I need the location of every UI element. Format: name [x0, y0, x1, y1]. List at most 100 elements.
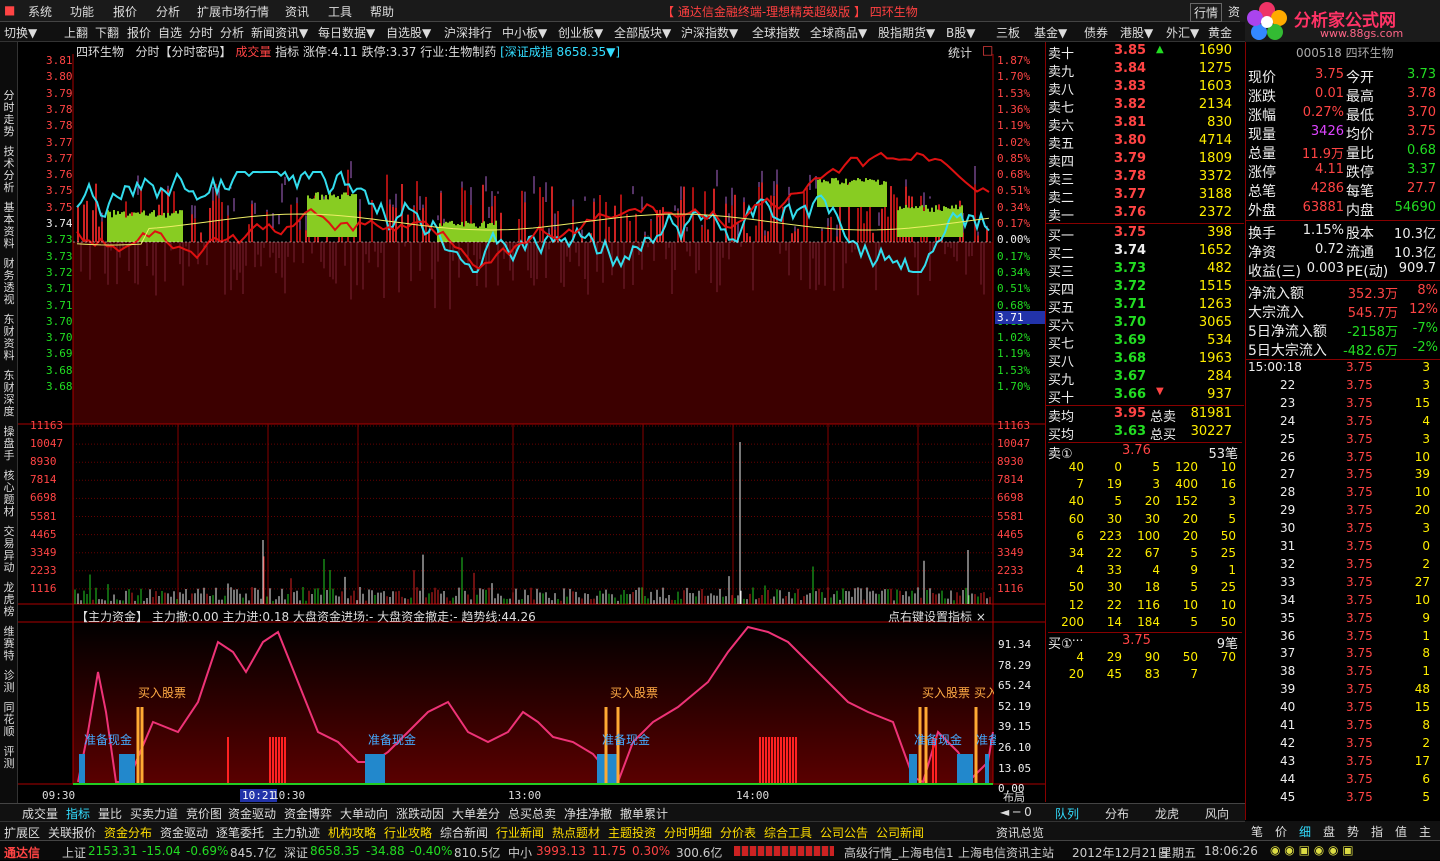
toolbar-btn-3[interactable]: 报价: [127, 24, 151, 41]
ext-tab-4[interactable]: 逐笔委托: [216, 824, 264, 841]
vtab-1[interactable]: 技术分析: [2, 146, 16, 194]
quote-tab-6[interactable]: 值: [1395, 823, 1407, 840]
ext-tab-2[interactable]: 资金分布: [104, 824, 152, 841]
toolbar-btn-4[interactable]: 自选: [158, 24, 182, 41]
right-tab-0[interactable]: 队列: [1055, 805, 1079, 822]
toolbar-btn-2[interactable]: 下翻: [95, 24, 119, 41]
menu-extended[interactable]: 扩展市场行情: [197, 3, 269, 20]
toolbar-btn-16[interactable]: 全球商品▼: [810, 24, 867, 41]
vtab-2[interactable]: 基本资料: [2, 202, 16, 250]
vtab-11[interactable]: 诊测: [2, 670, 16, 694]
nav-left-icon[interactable]: ◄ ─ 0: [1000, 805, 1032, 819]
vtab-6[interactable]: 操盘手: [2, 426, 16, 462]
menu-function[interactable]: 功能: [70, 3, 94, 20]
quote-tab-3[interactable]: 盘: [1323, 823, 1335, 840]
ext-tab-14[interactable]: 综合工具: [764, 824, 812, 841]
toolbar-btn-14[interactable]: 沪深指数▼: [681, 24, 738, 41]
ext-tab-10[interactable]: 热点题材: [552, 824, 600, 841]
vtab-8[interactable]: 交易异动: [2, 526, 16, 574]
menu-analysis[interactable]: 分析: [156, 3, 180, 20]
close-chart-icon[interactable]: □: [982, 43, 993, 57]
menu-system[interactable]: 系统: [28, 3, 52, 20]
ext-tab-11[interactable]: 主题投资: [608, 824, 656, 841]
quote-tab-2[interactable]: 细: [1299, 823, 1311, 840]
vtab-4[interactable]: 东财资料: [2, 314, 16, 362]
menu-tools[interactable]: 工具: [328, 3, 352, 20]
vtab-10[interactable]: 维赛特: [2, 626, 16, 662]
vtab-3[interactable]: 财务透视: [2, 258, 16, 306]
bottom-tab-8[interactable]: 涨跌动因: [396, 805, 444, 822]
bottom-tab-10[interactable]: 总买总卖: [508, 805, 556, 822]
bottom-tab-11[interactable]: 净挂净撤: [564, 805, 612, 822]
toolbar-btn-18[interactable]: B股▼: [946, 24, 975, 41]
toolbar-btn-7[interactable]: 新闻资讯▼: [251, 24, 308, 41]
ext-tab-5[interactable]: 主力轨迹: [272, 824, 320, 841]
indicator-settings[interactable]: 点右键设置指标 ×: [888, 608, 986, 625]
bottom-tab-1[interactable]: 指标: [66, 805, 90, 822]
ext-tab-12[interactable]: 分时明细: [664, 824, 712, 841]
toolbar-btn-23[interactable]: 外汇▼: [1166, 24, 1199, 41]
toolbar-btn-5[interactable]: 分时: [189, 24, 213, 41]
info-server[interactable]: 上海电信资讯主站: [958, 844, 1054, 861]
toolbar-btn-13[interactable]: 全部版块▼: [614, 24, 671, 41]
ext-tab-9[interactable]: 行业新闻: [496, 824, 544, 841]
toolbar-btn-12[interactable]: 创业板▼: [558, 24, 603, 41]
bottom-tab-9[interactable]: 大单差分: [452, 805, 500, 822]
ext-tab-7[interactable]: 行业攻略: [384, 824, 432, 841]
quote-tab-1[interactable]: 价: [1275, 823, 1287, 840]
stat-button[interactable]: 统计: [948, 44, 972, 61]
toolbar-btn-6[interactable]: 分析: [220, 24, 244, 41]
toolbar-btn-20[interactable]: 基金▼: [1034, 24, 1067, 41]
tray-icons[interactable]: ◉ ◉ ▣ ◉ ◉ ▣: [1270, 843, 1354, 857]
toolbar-btn-9[interactable]: 自选股▼: [386, 24, 431, 41]
toolbar-btn-17[interactable]: 股指期货▼: [878, 24, 935, 41]
app-icon[interactable]: ■: [4, 3, 15, 17]
vtab-9[interactable]: 龙虎榜: [2, 582, 16, 618]
toolbar-btn-11[interactable]: 中小板▼: [502, 24, 547, 41]
bottom-tab-6[interactable]: 资金博弈: [284, 805, 332, 822]
toolbar-btn-24[interactable]: 黄金: [1208, 24, 1232, 41]
toolbar-btn-15[interactable]: 全球指数: [752, 24, 800, 41]
vtab-13[interactable]: 评测: [2, 746, 16, 770]
bottom-tab-4[interactable]: 竞价图: [186, 805, 222, 822]
ext-tab-17[interactable]: 资讯总览: [996, 824, 1044, 841]
bottom-tab-12[interactable]: 撤单累计: [620, 805, 668, 822]
vtab-12[interactable]: 同花顺: [2, 702, 16, 738]
menu-quote[interactable]: 报价: [113, 3, 137, 20]
bottom-tab-0[interactable]: 成交量: [22, 805, 58, 822]
menu-help[interactable]: 帮助: [370, 3, 394, 20]
toolbar-btn-19[interactable]: 三板: [996, 24, 1020, 41]
toolbar-btn-21[interactable]: 债券: [1084, 24, 1108, 41]
ext-tab-6[interactable]: 机构攻略: [328, 824, 376, 841]
ext-tab-13[interactable]: 分价表: [720, 824, 756, 841]
menu-news[interactable]: 资讯: [285, 3, 309, 20]
bottom-tab-2[interactable]: 量比: [98, 805, 122, 822]
vtab-7[interactable]: 核心题材: [2, 470, 16, 518]
ext-tab-15[interactable]: 公司公告: [820, 824, 868, 841]
right-tab-2[interactable]: 龙虎: [1155, 805, 1179, 822]
quote-button[interactable]: 行情: [1190, 3, 1223, 22]
quote-tab-4[interactable]: 势: [1347, 823, 1359, 840]
vtab-0[interactable]: 分时走势: [2, 90, 16, 138]
toolbar-btn-0[interactable]: 切换▼: [4, 24, 37, 41]
right-tab-1[interactable]: 分布: [1105, 805, 1129, 822]
server-name[interactable]: 高级行情_上海电信1: [844, 844, 954, 861]
ext-tab-16[interactable]: 公司新闻: [876, 824, 924, 841]
bottom-tab-5[interactable]: 资金驱动: [228, 805, 276, 822]
quote-tab-5[interactable]: 指: [1371, 823, 1383, 840]
quote-tab-7[interactable]: 主: [1419, 823, 1431, 840]
right-tab-3[interactable]: 风向: [1205, 805, 1229, 822]
toolbar-btn-8[interactable]: 每日数据▼: [318, 24, 375, 41]
quote-tab-0[interactable]: 笔: [1251, 823, 1263, 840]
toolbar-btn-1[interactable]: 上翻: [64, 24, 88, 41]
toolbar-btn-10[interactable]: 沪深排行: [444, 24, 492, 41]
ext-tab-8[interactable]: 综合新闻: [440, 824, 488, 841]
ext-tab-3[interactable]: 资金驱动: [160, 824, 208, 841]
info-button[interactable]: 资: [1228, 3, 1240, 20]
vtab-5[interactable]: 东财深度: [2, 370, 16, 418]
index-quote[interactable]: [深证成指 8658.35▼]: [500, 45, 620, 59]
toolbar-btn-22[interactable]: 港股▼: [1120, 24, 1153, 41]
ext-tab-1[interactable]: 关联报价: [48, 824, 96, 841]
bottom-tab-7[interactable]: 大单动向: [340, 805, 388, 822]
ext-tab-0[interactable]: 扩展区: [4, 824, 40, 841]
